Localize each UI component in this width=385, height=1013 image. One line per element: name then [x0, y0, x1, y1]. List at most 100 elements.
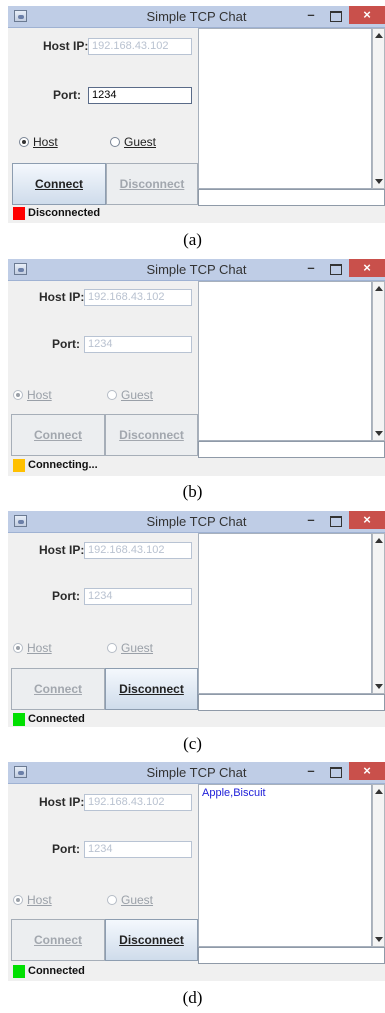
port-label: Port:	[53, 88, 81, 102]
status-indicator-icon	[13, 713, 25, 726]
title-bar[interactable]: Simple TCP Chat – ×	[8, 511, 385, 533]
guest-radio-unselected-icon	[107, 390, 117, 400]
port-label: Port:	[52, 589, 80, 603]
host-radio-label: Host	[27, 388, 52, 402]
chat-log	[198, 533, 372, 694]
maximize-button[interactable]	[330, 11, 342, 22]
disconnect-button[interactable]: Disconnect	[105, 919, 198, 961]
host-radio-selected-icon	[13, 390, 23, 400]
status-indicator-icon	[13, 207, 25, 220]
scroll-up-arrow-icon[interactable]	[375, 33, 383, 38]
port-field[interactable]: 1234	[84, 336, 192, 353]
disconnect-button-label: Disconnect	[119, 682, 184, 696]
connect-button-label: Connect	[34, 428, 82, 442]
guest-radio[interactable]: Guest	[110, 135, 156, 149]
host-radio-label: Host	[33, 135, 58, 149]
caption-b: (b)	[182, 482, 203, 501]
maximize-button[interactable]	[330, 264, 342, 275]
status-text: Connected	[28, 965, 85, 977]
guest-radio-unselected-icon	[110, 137, 120, 147]
host-ip-field[interactable]: 192.168.43.102	[84, 542, 192, 559]
host-radio-label: Host	[27, 893, 52, 907]
port-field[interactable]: 1234	[84, 588, 192, 605]
chat-log: Apple,Biscuit	[198, 784, 372, 947]
close-button[interactable]: ×	[349, 259, 385, 277]
host-radio[interactable]: Host	[13, 893, 52, 907]
scroll-up-arrow-icon[interactable]	[375, 789, 383, 794]
guest-radio[interactable]: Guest	[107, 893, 153, 907]
scroll-down-arrow-icon[interactable]	[375, 179, 383, 184]
host-radio[interactable]: Host	[13, 641, 52, 655]
host-ip-label: Host IP:	[39, 795, 85, 809]
window-title: Simple TCP Chat	[146, 514, 247, 529]
chat-log	[198, 28, 372, 189]
host-ip-field[interactable]: 192.168.43.102	[84, 289, 192, 306]
host-radio[interactable]: Host	[19, 135, 58, 149]
host-radio[interactable]: Host	[13, 388, 52, 402]
host-ip-label: Host IP:	[39, 543, 85, 557]
disconnect-button-label: Disconnect	[119, 933, 184, 947]
host-radio-selected-icon	[19, 137, 29, 147]
maximize-button[interactable]	[330, 767, 342, 778]
port-field[interactable]: 1234	[84, 841, 192, 858]
status-text: Connecting...	[28, 459, 98, 471]
disconnect-button[interactable]: Disconnect	[105, 668, 198, 710]
port-field[interactable]: 1234	[88, 87, 192, 104]
disconnect-button[interactable]: Disconnect	[106, 163, 198, 205]
connect-button[interactable]: Connect	[12, 163, 106, 205]
chat-scrollbar[interactable]	[372, 28, 385, 189]
host-ip-field[interactable]: 192.168.43.102	[88, 38, 192, 55]
status-text: Connected	[28, 713, 85, 725]
minimize-button[interactable]: –	[305, 261, 317, 276]
scroll-down-arrow-icon[interactable]	[375, 937, 383, 942]
connect-button-label: Connect	[34, 933, 82, 947]
guest-radio-label: Guest	[124, 135, 157, 149]
title-bar[interactable]: Simple TCP Chat – ×	[8, 762, 385, 784]
host-ip-label: Host IP:	[39, 290, 85, 304]
status-bar: Connected	[8, 712, 200, 728]
host-radio-selected-icon	[13, 895, 23, 905]
guest-radio-label: Guest	[121, 388, 154, 402]
chat-scrollbar[interactable]	[372, 533, 385, 694]
minimize-button[interactable]: –	[305, 764, 317, 779]
caption-d: (d)	[182, 988, 203, 1007]
guest-radio-label: Guest	[121, 641, 154, 655]
status-bar: Disconnected	[8, 206, 200, 222]
guest-radio[interactable]: Guest	[107, 388, 153, 402]
message-input[interactable]	[198, 441, 385, 458]
minimize-button[interactable]: –	[305, 8, 317, 23]
guest-radio[interactable]: Guest	[107, 641, 153, 655]
close-button[interactable]: ×	[349, 511, 385, 529]
host-radio-selected-icon	[13, 643, 23, 653]
panel-d: Simple TCP Chat – × Host IP: 192.168.43.…	[0, 760, 385, 1013]
close-button[interactable]: ×	[349, 762, 385, 780]
status-text: Disconnected	[28, 207, 101, 219]
maximize-button[interactable]	[330, 516, 342, 527]
chat-window: Simple TCP Chat – × Host IP: 192.168.43.…	[8, 259, 385, 476]
chat-window: Simple TCP Chat – × Host IP: 192.168.43.…	[8, 6, 385, 223]
guest-radio-label: Guest	[121, 893, 154, 907]
message-input[interactable]	[198, 189, 385, 206]
scroll-up-arrow-icon[interactable]	[375, 538, 383, 543]
scroll-down-arrow-icon[interactable]	[375, 684, 383, 689]
message-input[interactable]	[198, 947, 385, 964]
connect-button[interactable]: Connect	[11, 919, 105, 961]
status-indicator-icon	[13, 965, 25, 978]
window-title: Simple TCP Chat	[146, 262, 247, 277]
scroll-down-arrow-icon[interactable]	[375, 431, 383, 436]
host-ip-field[interactable]: 192.168.43.102	[84, 794, 192, 811]
title-bar[interactable]: Simple TCP Chat – ×	[8, 259, 385, 281]
scroll-up-arrow-icon[interactable]	[375, 286, 383, 291]
connect-button[interactable]: Connect	[11, 414, 105, 456]
title-bar[interactable]: Simple TCP Chat – ×	[8, 6, 385, 28]
chat-scrollbar[interactable]	[372, 281, 385, 441]
minimize-button[interactable]: –	[305, 513, 317, 528]
disconnect-button-label: Disconnect	[119, 428, 184, 442]
disconnect-button-label: Disconnect	[119, 177, 185, 191]
connect-button[interactable]: Connect	[11, 668, 105, 710]
disconnect-button[interactable]: Disconnect	[105, 414, 198, 456]
connect-button-label: Connect	[34, 682, 82, 696]
message-input[interactable]	[198, 694, 385, 711]
chat-scrollbar[interactable]	[372, 784, 385, 947]
close-button[interactable]: ×	[349, 6, 385, 24]
